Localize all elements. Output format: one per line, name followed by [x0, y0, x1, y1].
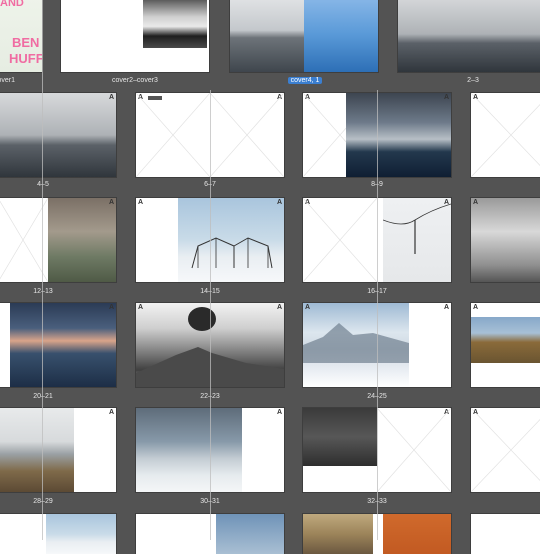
spread-32-33[interactable]: A: [303, 408, 451, 492]
spread-cover4-1[interactable]: [230, 0, 378, 72]
spread-10-11[interactable]: A: [471, 93, 540, 177]
spread-label: 24–25: [367, 393, 387, 400]
master-page-marker: A: [108, 94, 114, 101]
spread-label: 30–31: [200, 498, 220, 505]
spread-cover1[interactable]: AND BEN HUFF: [0, 0, 42, 72]
spread-label: cover1: [0, 77, 16, 84]
spread-label: 32–33: [367, 498, 387, 505]
master-page-marker: A: [276, 409, 282, 416]
spread-20-21[interactable]: A: [0, 303, 116, 387]
empty-frame-icon: [377, 408, 451, 492]
spread-30-31[interactable]: A: [136, 408, 284, 492]
spread-partial[interactable]: [0, 514, 116, 554]
photo: [383, 514, 451, 554]
ships-photo: [303, 408, 377, 466]
master-page-marker: A: [473, 409, 479, 416]
men-photo: [471, 198, 540, 282]
master-page-marker: A: [108, 304, 114, 311]
spread-28-29[interactable]: A: [0, 408, 116, 492]
master-page-marker: A: [443, 304, 449, 311]
empty-frame-icon: [471, 408, 540, 492]
master-page-marker: A: [276, 199, 282, 206]
master-page-marker: A: [108, 409, 114, 416]
master-page-marker: A: [473, 199, 479, 206]
spread-26-27[interactable]: A: [471, 303, 540, 387]
master-page-marker: A: [138, 304, 144, 311]
spread-label: 16–17: [367, 288, 387, 295]
spread-14-15[interactable]: A A: [136, 198, 284, 282]
spread-cover2-cover3[interactable]: [61, 0, 209, 72]
master-page-marker: A: [473, 304, 479, 311]
spread-4-5[interactable]: A: [0, 93, 116, 177]
spread-label: 12–13: [33, 288, 53, 295]
spread-label: 8–9: [371, 181, 383, 188]
sea-photo: [398, 0, 540, 72]
spread-label: 20–21: [33, 393, 53, 400]
spread-8-9[interactable]: A A: [303, 93, 451, 177]
photo: [303, 514, 373, 554]
cover-title-1: AND: [0, 0, 24, 9]
spread-label: cover2–cover3: [112, 77, 158, 84]
structure-outline: [191, 237, 273, 269]
spread-label: 28–29: [33, 498, 53, 505]
spread-label: 6–7: [204, 181, 216, 188]
wire-outline: [383, 203, 451, 254]
spread-label: 4–5: [37, 181, 49, 188]
spread-partial[interactable]: [471, 514, 540, 554]
mountain-outline: [303, 323, 409, 363]
spread-label: 14–15: [200, 288, 220, 295]
photo: [46, 514, 116, 554]
sea-photo: [0, 93, 116, 177]
master-page-marker: A: [276, 304, 282, 311]
empty-frame-icon: [471, 93, 540, 177]
spread-label: 2–3: [467, 77, 479, 84]
empty-frame-icon: [136, 93, 210, 177]
cover-title-2: BEN: [12, 35, 40, 50]
spread-label-selected: cover4, 1: [270, 76, 340, 86]
island-photo: [143, 0, 207, 48]
spread-6-7[interactable]: A A: [136, 93, 284, 177]
photo: [216, 514, 284, 554]
spread-18-19[interactable]: A: [471, 198, 540, 282]
spread-12-13[interactable]: A: [0, 198, 116, 282]
master-page-marker: A: [473, 94, 479, 101]
cloud-photo: [136, 408, 242, 492]
master-page-marker: A: [108, 199, 114, 206]
cover-title-3: HUFF: [9, 51, 42, 66]
master-page-marker: A: [443, 94, 449, 101]
master-page-marker: A: [443, 199, 449, 206]
selected-page-highlight: [304, 0, 378, 72]
bunker-photo: [471, 317, 540, 363]
spread-16-17[interactable]: A A: [303, 198, 451, 282]
empty-frame-icon: [210, 93, 284, 177]
spread-22-23[interactable]: A A: [136, 303, 284, 387]
spread-24-25[interactable]: A A: [303, 303, 451, 387]
storm-sea-photo: [346, 93, 451, 177]
sea-photo: [230, 0, 304, 72]
volcano-outline: [136, 307, 284, 387]
spread-label: 22–23: [200, 393, 220, 400]
master-page-marker: A: [138, 199, 144, 206]
spread-2-3[interactable]: [398, 0, 540, 72]
ruin-photo: [48, 198, 116, 282]
spread-partial[interactable]: [136, 514, 284, 554]
spread-34-35[interactable]: A: [471, 408, 540, 492]
master-page-marker: A: [305, 304, 311, 311]
spread-partial[interactable]: [303, 514, 451, 554]
dusk-sea-photo: [10, 303, 116, 387]
empty-frame-icon: [303, 198, 377, 282]
hut-photo: [0, 408, 74, 492]
